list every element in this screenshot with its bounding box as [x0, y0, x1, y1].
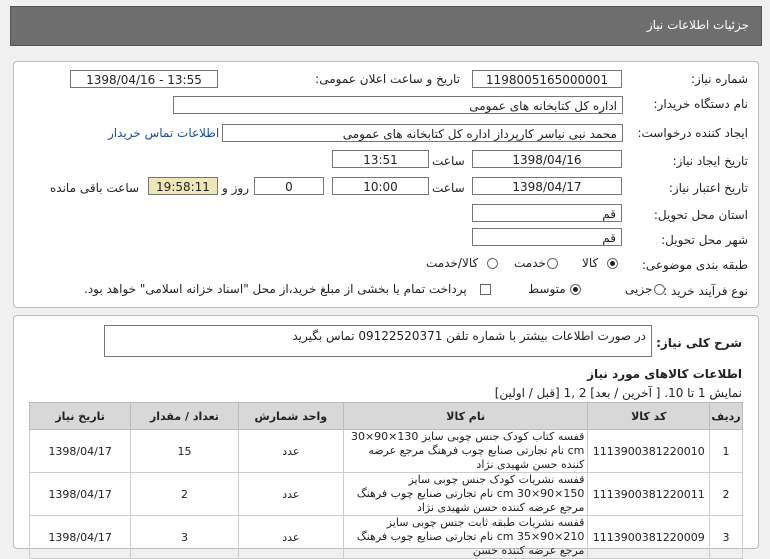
- col-code: کد کالا: [587, 402, 711, 430]
- cell-qty: 15: [130, 429, 239, 473]
- category-option-service: خدمت: [514, 256, 546, 270]
- col-date: تاریخ نیاز: [28, 402, 132, 430]
- requester-field: محمد نبی نیاسر کارپرداز اداره کل کتابخان…: [222, 124, 623, 142]
- category-option-goods: کالا: [582, 256, 599, 270]
- days-field: 0: [254, 177, 324, 195]
- process-option-medium: متوسط: [528, 282, 566, 296]
- treasury-payment-note: پرداخت تمام یا بخشی از مبلغ خرید،از محل …: [84, 282, 467, 296]
- goods-table: ردیف کد کالا نام کالا واحد شمارش تعداد /…: [28, 402, 743, 559]
- cell-code: 1113900381220011: [587, 472, 711, 516]
- table-row[interactable]: 2 1113900381220011 قفسه نشریات کودک جنس …: [28, 472, 743, 516]
- category-radio-service[interactable]: [547, 258, 558, 269]
- description-field: در صورت اطلاعات بیشتر با شماره تلفن 0912…: [104, 325, 652, 357]
- valid-time-field: 10:00: [332, 177, 429, 195]
- cell-qty: 2: [130, 472, 239, 516]
- col-qty: تعداد / مقدار: [130, 402, 239, 430]
- col-name: نام کالا: [342, 402, 589, 430]
- cell-row: 1: [709, 429, 743, 473]
- category-option-both: کالا/خدمت: [426, 256, 479, 270]
- city-label: شهر محل تحویل:: [661, 233, 748, 247]
- process-radio-medium[interactable]: [570, 284, 581, 295]
- description-label: شرح کلی نیاز:: [656, 336, 742, 350]
- province-field: قم: [472, 204, 622, 222]
- cell-unit: عدد: [237, 515, 344, 559]
- cell-date: 1398/04/17: [28, 429, 132, 473]
- city-field: قم: [472, 228, 622, 246]
- table-header-row: ردیف کد کالا نام کالا واحد شمارش تعداد /…: [28, 402, 743, 430]
- create-date-label: تاریخ ایجاد نیاز:: [672, 154, 748, 168]
- table-row[interactable]: 1 1113900381220010 قفسه کتاب کودک جنس چو…: [28, 429, 743, 473]
- valid-time-label: ساعت: [432, 181, 465, 195]
- cell-code: 1113900381220010: [587, 429, 711, 473]
- category-radio-goods[interactable]: [607, 258, 618, 269]
- days-label: روز و: [222, 181, 249, 195]
- cell-name: قفسه کتاب کودک جنس چوبی سایز 130×90×30 c…: [342, 429, 589, 473]
- cell-qty: 3: [130, 515, 239, 559]
- cell-name: قفسه نشریات طبقه ثابت جنس چوبی سایز 210×…: [342, 515, 589, 559]
- cell-code: 1113900381220009: [587, 515, 711, 559]
- announce-field: 1398/04/16 - 13:55: [70, 70, 218, 88]
- cell-row: 3: [709, 515, 743, 559]
- buyer-label: نام دستگاه خریدار:: [653, 97, 749, 111]
- buyer-contact-link[interactable]: اطلاعات تماس خریدار: [108, 126, 219, 140]
- col-unit: واحد شمارش: [237, 402, 344, 430]
- cell-unit: عدد: [237, 429, 344, 473]
- cell-name: قفسه نشریات کودک جنس چوبی سایز 150×90×30…: [342, 472, 589, 516]
- table-row[interactable]: 3 1113900381220009 قفسه نشریات طبقه ثابت…: [28, 515, 743, 559]
- goods-title: اطلاعات کالاهای مورد نیاز: [587, 367, 742, 381]
- cell-date: 1398/04/17: [28, 515, 132, 559]
- create-date-field: 1398/04/16: [472, 150, 622, 168]
- create-time-field: 13:51: [332, 150, 429, 168]
- process-label: نوع فرآیند خرید :: [663, 284, 748, 298]
- remaining-time-field: 19:58:11: [148, 177, 218, 195]
- page-header: جزئیات اطلاعات نیاز: [10, 6, 762, 46]
- category-label: طبقه بندی موضوعی:: [641, 258, 748, 272]
- create-time-label: ساعت: [432, 154, 465, 168]
- requester-label: ایجاد کننده درخواست:: [637, 126, 748, 140]
- page-title: جزئیات اطلاعات نیاز: [646, 18, 749, 32]
- announce-label: تاریخ و ساعت اعلان عمومی:: [315, 72, 460, 86]
- remaining-label: ساعت باقی مانده: [50, 181, 140, 195]
- need-number-field: 1198005165000001: [472, 70, 622, 88]
- cell-date: 1398/04/17: [28, 472, 132, 516]
- province-label: استان محل تحویل:: [653, 208, 748, 222]
- pagination[interactable]: نمایش 1 تا 10. [ آخرین / بعد] 2 ,1 [قبل …: [495, 386, 742, 400]
- process-radio-minor[interactable]: [654, 284, 665, 295]
- buyer-field: اداره کل کتابخانه های عمومی: [173, 96, 623, 114]
- treasury-payment-checkbox[interactable]: [480, 284, 491, 295]
- need-number-label: شماره نیاز:: [691, 72, 748, 86]
- cell-row: 2: [709, 472, 743, 516]
- process-option-minor: جزیی: [625, 282, 653, 296]
- cell-unit: عدد: [237, 472, 344, 516]
- valid-date-label: تاریخ اعتبار نیاز:: [668, 181, 748, 195]
- valid-date-field: 1398/04/17: [472, 177, 622, 195]
- category-radio-both[interactable]: [487, 258, 498, 269]
- col-row: ردیف: [709, 402, 743, 430]
